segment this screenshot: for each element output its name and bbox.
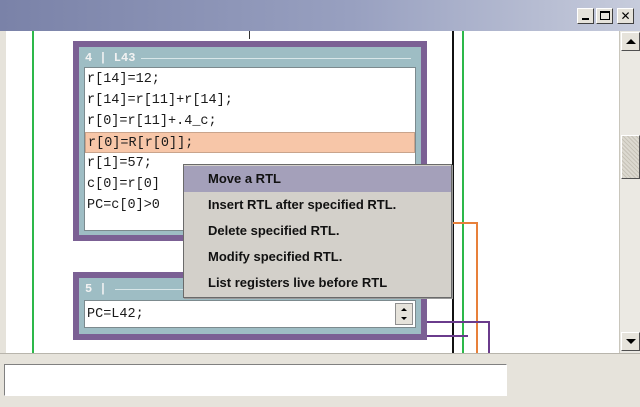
maximize-button[interactable] [596,8,613,24]
status-field[interactable] [4,364,507,396]
minimize-button[interactable] [577,8,594,24]
edge-purple-v1 [488,321,490,353]
maximize-icon [600,11,610,20]
edge-green-left [32,31,34,353]
menu-item-modify-rtl[interactable]: Modify specified RTL. [184,244,451,270]
scroll-thumb[interactable] [621,135,640,179]
spin-up-icon [401,308,407,311]
context-menu: Move a RTL Insert RTL after specified RT… [183,164,452,298]
minimize-icon [582,18,589,20]
scroll-up-button[interactable] [621,32,640,51]
block-5-header: 5 | [85,282,107,296]
close-icon: ✕ [620,9,631,23]
spin-down-icon [401,317,407,320]
arrow-up-icon [626,39,636,44]
block-4-header: 4 | L43 [85,51,136,65]
rtl-line[interactable]: PC=L42; [85,304,385,325]
block-4-header-rule [141,58,411,59]
rtl-line-selected[interactable]: r[0]=R[r[0]]; [85,132,415,153]
edge-black [452,31,454,353]
arrow-down-icon [626,339,636,344]
menu-item-insert-rtl[interactable]: Insert RTL after specified RTL. [184,192,451,218]
edge-orange-v [476,222,478,353]
title-bar[interactable]: ✕ [0,0,640,31]
block-5-rtl-list[interactable]: PC=L42; [84,300,416,328]
close-button[interactable]: ✕ [617,8,634,24]
edge-purple-h1 [416,321,490,323]
edge-green-right [462,31,464,353]
app-window: ✕ 4 | L43 r[14]=12; r[14]=r[11]+r[14]; r… [0,0,640,407]
menu-item-move-rtl[interactable]: Move a RTL [184,166,451,192]
rtl-spinner[interactable] [395,303,413,325]
bottom-panel [0,353,640,407]
menu-item-delete-rtl[interactable]: Delete specified RTL. [184,218,451,244]
scroll-down-button[interactable] [621,332,640,351]
menu-item-list-registers[interactable]: List registers live before RTL [184,270,451,296]
rtl-line[interactable]: r[14]=12; [85,69,415,90]
vertical-scrollbar[interactable] [619,31,640,353]
edge-black-top [249,31,250,39]
rtl-line[interactable]: r[14]=r[11]+r[14]; [85,90,415,111]
rtl-line[interactable]: r[0]=r[11]+.4_c; [85,111,415,132]
